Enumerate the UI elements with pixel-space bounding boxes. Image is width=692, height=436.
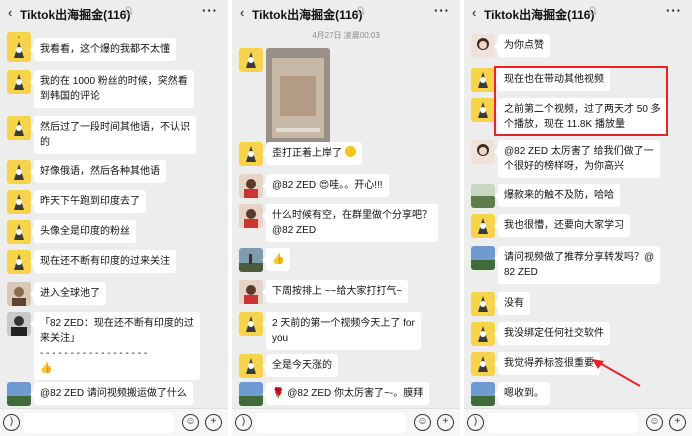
emoji-icon[interactable]: ☺ [646,414,663,431]
message-bubble[interactable]: 没有 [494,292,530,315]
arrow-annotation-icon [592,359,641,387]
mute-icon [356,6,365,15]
message-bubble[interactable]: @82 ZED 太厉害了 给我们做了一 个很好的榜样呀，为你高兴 [494,140,660,178]
message-bubble[interactable]: 全是今天涨的 [262,354,338,377]
avatar[interactable] [7,160,31,184]
message-bubble[interactable]: 我看看，这个爆的我都不太懂 [30,38,176,61]
avatar[interactable] [7,282,31,306]
avatar[interactable] [471,292,495,316]
avatar[interactable] [471,68,495,92]
message-bubble[interactable]: 进入全球池了 [30,282,106,305]
message-bubble[interactable]: 现在还不断有印度的过来关注 [30,250,176,273]
back-arrow-icon[interactable]: ‹ [240,5,244,20]
back-arrow-icon[interactable]: ‹ [8,5,12,20]
input-bar: ) ☺ + [0,408,228,436]
avatar[interactable] [239,204,263,228]
plus-icon[interactable]: + [437,414,454,431]
message-list[interactable]: 为你点赞 现在也在带动其他视频 之前第二个视频，过了两天才 50 多 个播放，现… [464,26,692,408]
avatar[interactable] [7,382,31,406]
message-bubble[interactable]: 昨天下午跑到印度去了 [30,190,146,213]
avatar[interactable] [471,382,495,406]
message-bubble[interactable]: 请问视频做了推荐分享转发吗？@ 82 ZED [493,246,661,284]
voice-icon[interactable]: ) [467,414,484,431]
mute-icon [588,6,597,15]
plus-icon[interactable]: + [205,414,222,431]
avatar[interactable] [471,140,495,164]
voice-icon[interactable]: ) [3,414,20,431]
message-bubble[interactable]: @82 ZED 请问视频搬运做了什么 [30,382,193,405]
avatar[interactable] [471,98,495,122]
message-bubble[interactable]: 我也很懵，还要向大家学习 [494,214,630,237]
message-input[interactable] [24,413,174,433]
highlight-box [494,66,668,136]
message-bubble[interactable]: 好像俄语，然后各种其他语 [30,160,166,183]
avatar[interactable] [239,354,263,378]
avatar[interactable] [7,220,31,244]
message-bubble[interactable]: 什么时候有空，在群里做个分享吧？ @82 ZED [262,204,438,242]
message-bubble[interactable]: 歪打正着上岸了 [262,142,362,165]
avatar[interactable] [471,184,495,208]
smile-emoji-icon [344,146,356,157]
video-screenshot[interactable] [266,48,330,148]
more-icon[interactable]: ··· [666,3,682,18]
avatar[interactable] [239,280,263,304]
message-bubble[interactable]: 我的在 1000 粉丝的时候，突然看 到韩国的评论 [30,70,194,108]
timestamp: 4月27日 凌晨00:03 [312,31,380,40]
more-icon[interactable]: ··· [434,3,450,18]
message-bubble[interactable]: 然后过了一段时间其他语，不认识 的 [30,116,196,154]
input-bar: ) ☺ + [232,408,460,436]
emoji-icon[interactable]: ☺ [182,414,199,431]
message-list[interactable]: 4月27日 凌晨00:03 歪打正着上岸了 @82 ZED 😍哇。。开心!!! … [232,26,460,408]
avatar[interactable] [7,38,31,62]
avatar[interactable] [239,48,263,72]
message-input[interactable] [488,413,638,433]
group-title: Tiktok出海掘金(116) [20,8,131,22]
chat-screen-2: ‹ Tiktok出海掘金(116) ··· 4月27日 凌晨00:03 歪打正着… [232,0,460,436]
avatar[interactable] [7,70,31,94]
voice-icon[interactable]: ) [235,414,252,431]
avatar[interactable] [7,190,31,214]
chat-screen-1: ‹ Tiktok出海掘金(116) ··· 我看看，这个爆的我都不太懂 我的在 … [0,0,228,436]
message-bubble[interactable]: 我没绑定任何社交软件 [494,322,610,345]
back-arrow-icon[interactable]: ‹ [472,5,476,20]
input-bar: ) ☺ + [464,408,692,436]
message-bubble[interactable]: @82 ZED 😍哇。。开心!!! [262,174,389,197]
message-text: 歪打正着上岸了 [272,148,342,159]
message-bubble[interactable]: 2 天前的第一个视频今天上了 for you [262,312,421,350]
message-list[interactable]: 我看看，这个爆的我都不太懂 我的在 1000 粉丝的时候，突然看 到韩国的评论 … [0,26,228,408]
chat-screen-3: ‹ Tiktok出海掘金(116) ··· 为你点赞 现在也在带动其他视频 之前… [464,0,692,436]
chat-header: ‹ Tiktok出海掘金(116) ··· [464,0,692,26]
message-bubble[interactable]: 为你点赞 [494,34,550,57]
message-bubble[interactable]: 🌹 @82 ZED 你太厉害了~-。膜拜 [261,382,430,405]
plus-icon[interactable]: + [669,414,686,431]
avatar[interactable] [239,248,263,272]
group-title: Tiktok出海掘金(116) [484,8,595,22]
avatar[interactable] [239,312,263,336]
avatar[interactable] [471,214,495,238]
avatar[interactable] [7,116,31,140]
message-bubble[interactable]: 头像全是印度的粉丝 [30,220,136,243]
avatar[interactable] [239,382,263,406]
message-bubble[interactable]: 下周按排上 ~~给大家打打气~ [261,280,409,303]
mute-icon [124,6,133,15]
message-input[interactable] [256,413,406,433]
chat-header: ‹ Tiktok出海掘金(116) ··· [232,0,460,26]
avatar[interactable] [239,142,263,166]
avatar[interactable] [7,312,31,336]
avatar[interactable] [471,246,495,270]
avatar[interactable] [7,250,31,274]
message-bubble[interactable]: 👍 [261,248,291,271]
more-icon[interactable]: ··· [202,3,218,18]
chat-header: ‹ Tiktok出海掘金(116) ··· [0,0,228,26]
message-bubble[interactable]: 「82 ZED：现在还不断有印度的过 来关注」 - - - - - - - - … [30,312,200,380]
emoji-icon[interactable]: ☺ [414,414,431,431]
avatar[interactable] [471,352,495,376]
avatar[interactable] [471,322,495,346]
avatar[interactable] [239,174,263,198]
message-bubble[interactable]: 爆款来的触不及防，哈哈 [494,184,620,207]
message-bubble[interactable]: 嗯收到。 [494,382,550,405]
group-title: Tiktok出海掘金(116) [252,8,363,22]
avatar[interactable] [471,34,495,58]
